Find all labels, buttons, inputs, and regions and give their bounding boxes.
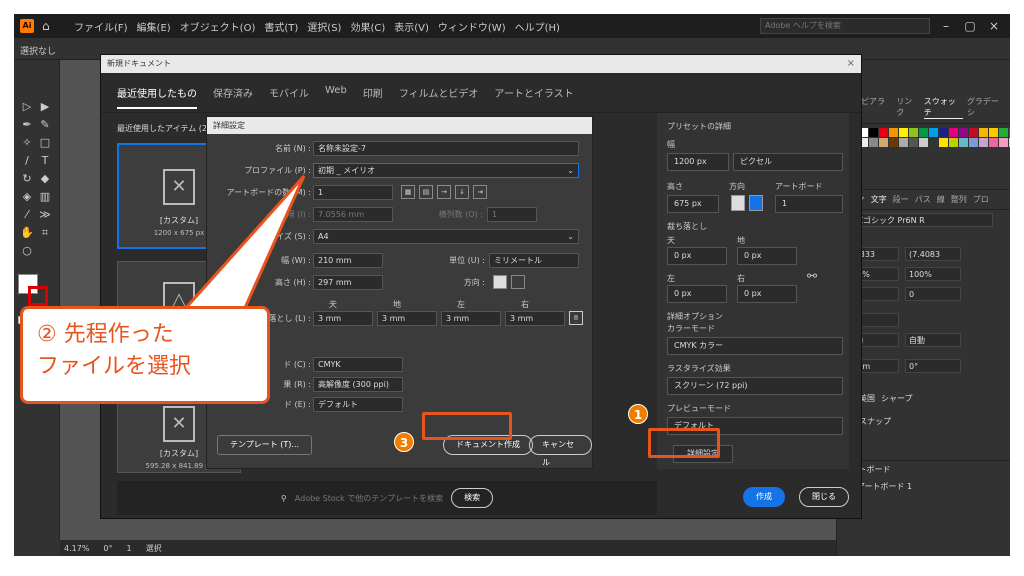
step-1-badge: 1 xyxy=(628,404,648,424)
app-window: Ai ⌂ ファイル(F) 編集(E) オブジェクト(O) 書式(T) 選択(S) 効果(C… xyxy=(14,14,1010,556)
step-3-badge: 3 xyxy=(394,432,414,452)
callout-text: ② 先程作った ファイルを選択 xyxy=(37,322,192,379)
callout-pointer xyxy=(180,174,306,312)
callout-box: ② 先程作った ファイルを選択 xyxy=(20,306,270,404)
